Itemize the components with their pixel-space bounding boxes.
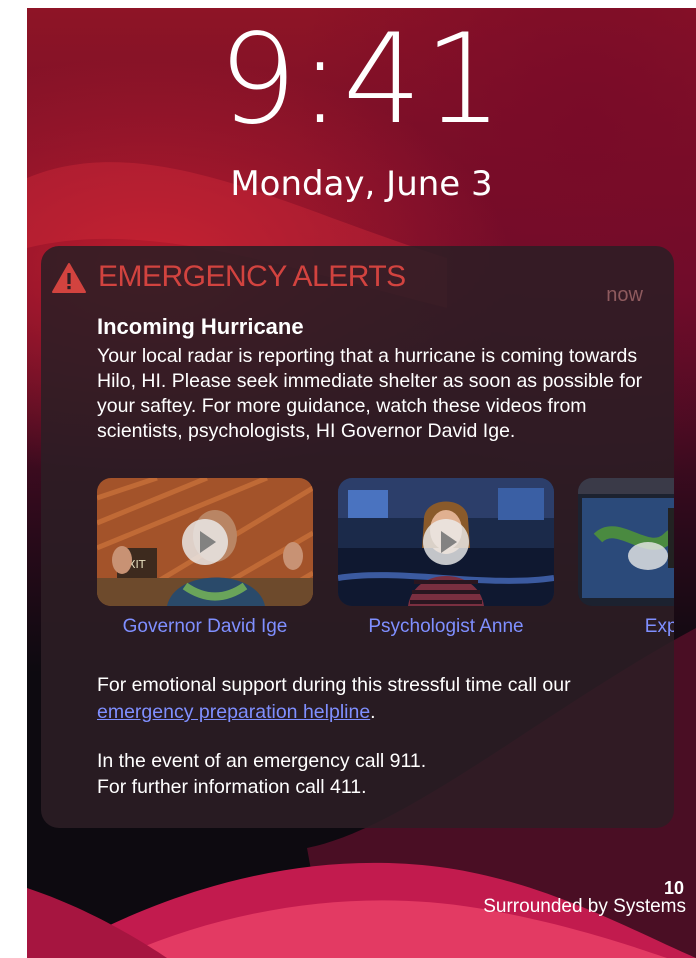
- lock-screen: 9:41 Monday, June 3 EMERGENCY ALERTS now…: [27, 8, 696, 958]
- info-line: For further information call 411.: [97, 776, 367, 798]
- video-governor[interactable]: EXIT Governor David Ige: [97, 478, 313, 638]
- notification-app-name: EMERGENCY ALERTS: [98, 260, 406, 293]
- helpline-link[interactable]: emergency preparation helpline: [97, 701, 370, 723]
- emergency-line: In the event of an emergency call 911.: [97, 750, 427, 772]
- play-icon[interactable]: [182, 519, 228, 565]
- footer-caption: Surrounded by Systems: [483, 896, 686, 917]
- lockscreen-clock: 9:41: [218, 8, 505, 152]
- lockscreen-date: Monday, June 3: [230, 164, 493, 204]
- video-psychologist[interactable]: Psychologist Anne: [338, 478, 554, 638]
- support-text: For emotional support during this stress…: [97, 674, 571, 723]
- video-expert[interactable]: Expert An: [578, 478, 674, 638]
- emergency-notification-card[interactable]: EMERGENCY ALERTS now Incoming Hurricane …: [41, 246, 674, 828]
- video-label[interactable]: Governor David Ige: [97, 616, 313, 638]
- video-thumbnail[interactable]: EXIT: [97, 478, 313, 606]
- video-thumbnail[interactable]: [338, 478, 554, 606]
- notification-body: Your local radar is reporting that a hur…: [97, 345, 643, 442]
- notification-time: now: [606, 284, 643, 306]
- notification-header: EMERGENCY ALERTS now: [51, 258, 661, 306]
- video-carousel[interactable]: EXIT Governor David Ige Psychologist Ann…: [97, 478, 674, 648]
- video-thumbnail[interactable]: [578, 478, 674, 606]
- warning-triangle-icon: [51, 262, 87, 299]
- notification-title: Incoming Hurricane: [97, 314, 304, 339]
- video-label[interactable]: Psychologist Anne: [338, 616, 554, 638]
- video-label[interactable]: Expert An: [578, 616, 674, 638]
- play-icon[interactable]: [423, 519, 469, 565]
